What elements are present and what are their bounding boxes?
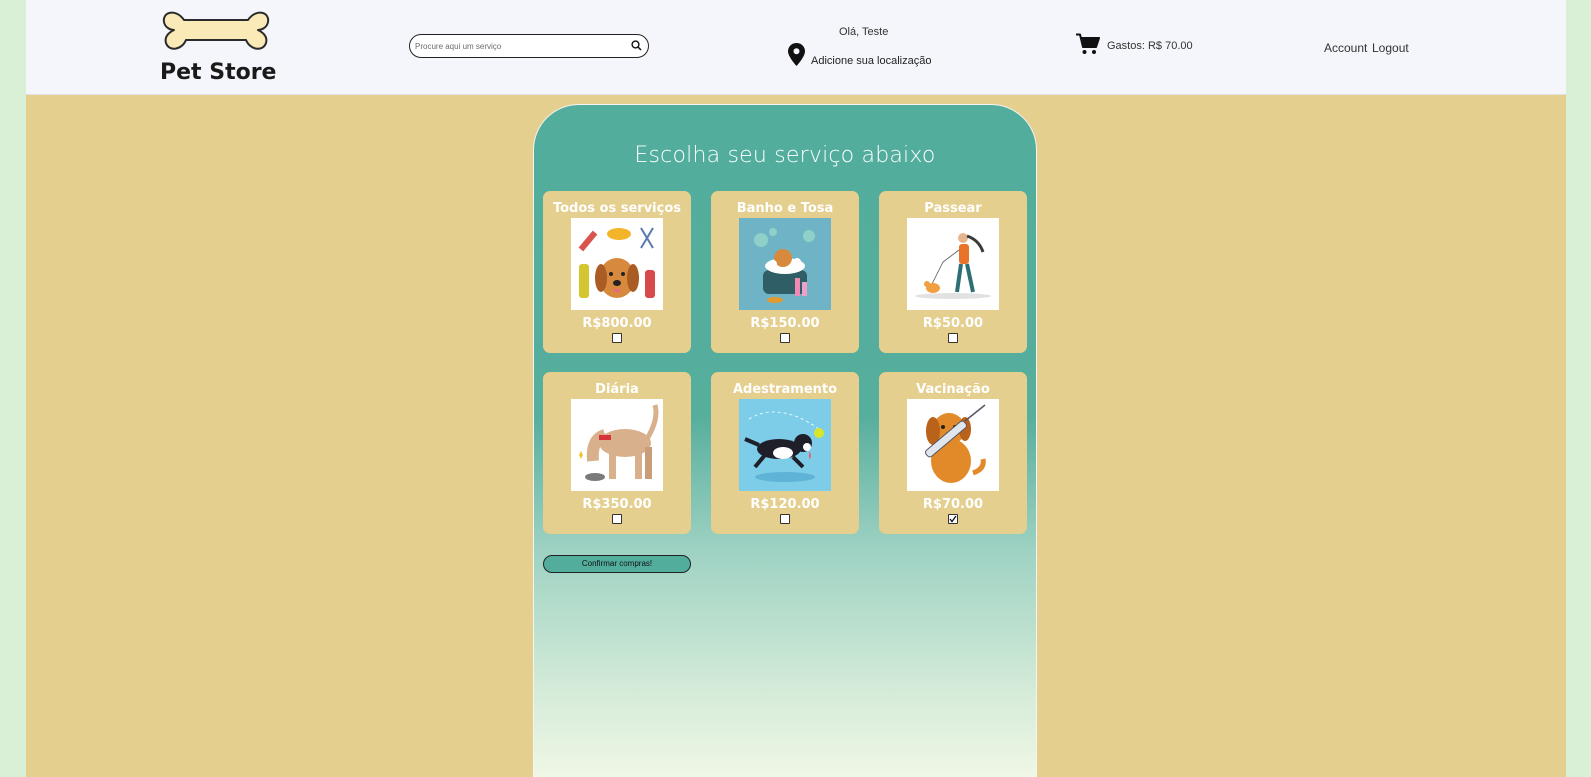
service-name: Adestramento <box>732 382 838 397</box>
service-image-dog-training <box>739 399 831 491</box>
search-input[interactable] <box>415 38 623 54</box>
account-link[interactable]: Account <box>1324 41 1367 55</box>
shopping-cart-icon[interactable] <box>1076 33 1100 55</box>
service-checkbox-checked[interactable] <box>948 514 958 524</box>
logo[interactable]: Pet Store <box>160 6 276 90</box>
service-checkbox[interactable] <box>780 333 790 343</box>
service-image-dog-eating <box>571 399 663 491</box>
confirm-purchase-button[interactable]: Confirmar compras! <box>543 555 691 573</box>
service-card-adestramento[interactable]: Adestramento R$120.00 <box>711 372 859 534</box>
service-price: R$150.00 <box>750 316 820 331</box>
service-checkbox[interactable] <box>612 333 622 343</box>
services-panel: Escolha seu serviço abaixo Todos os serv… <box>533 104 1037 777</box>
service-card-diaria[interactable]: Diária R$350.00 <box>543 372 691 534</box>
service-name: Todos os serviços <box>552 201 682 216</box>
service-name: Banho e Tosa <box>736 201 834 216</box>
service-card-todos[interactable]: Todos os serviços R$800.00 <box>543 191 691 353</box>
service-price: R$120.00 <box>750 497 820 512</box>
service-checkbox[interactable] <box>780 514 790 524</box>
service-name: Diária <box>595 382 639 397</box>
service-name: Vacinação <box>916 382 990 397</box>
service-image-dog-vaccine <box>907 399 999 491</box>
service-card-banho-tosa[interactable]: Banho e Tosa R$150.00 <box>711 191 859 353</box>
logout-link[interactable]: Logout <box>1372 41 1409 55</box>
user-greeting: Olá, Teste <box>839 26 889 38</box>
brand-name: Pet Store <box>160 60 277 85</box>
cart-spent-total: Gastos: R$ 70.00 <box>1107 40 1193 52</box>
service-checkbox[interactable] <box>612 514 622 524</box>
service-image-dog-walk <box>907 218 999 310</box>
location-pin-icon[interactable] <box>788 43 805 66</box>
service-name: Passear <box>924 201 982 216</box>
checkmark-icon <box>949 515 957 523</box>
service-image-dog-bath <box>739 218 831 310</box>
page-frame: Pet Store Olá, Teste Adicione sua locali… <box>26 0 1566 777</box>
service-card-vacinacao[interactable]: Vacinação R$70.00 <box>879 372 1027 534</box>
service-price: R$350.00 <box>582 497 652 512</box>
service-checkbox[interactable] <box>948 333 958 343</box>
service-image-grooming-products <box>571 218 663 310</box>
service-price: R$800.00 <box>582 316 652 331</box>
add-location-link[interactable]: Adicione sua localização <box>811 55 931 67</box>
bone-logo-icon <box>162 11 270 50</box>
service-card-passear[interactable]: Passear R$50.00 <box>879 191 1027 353</box>
search-bar <box>409 34 649 58</box>
search-icon[interactable] <box>631 40 642 51</box>
service-price: R$50.00 <box>922 316 984 331</box>
service-price: R$70.00 <box>922 497 984 512</box>
panel-title: Escolha seu serviço abaixo <box>634 143 936 168</box>
header: Pet Store Olá, Teste Adicione sua locali… <box>26 0 1566 95</box>
